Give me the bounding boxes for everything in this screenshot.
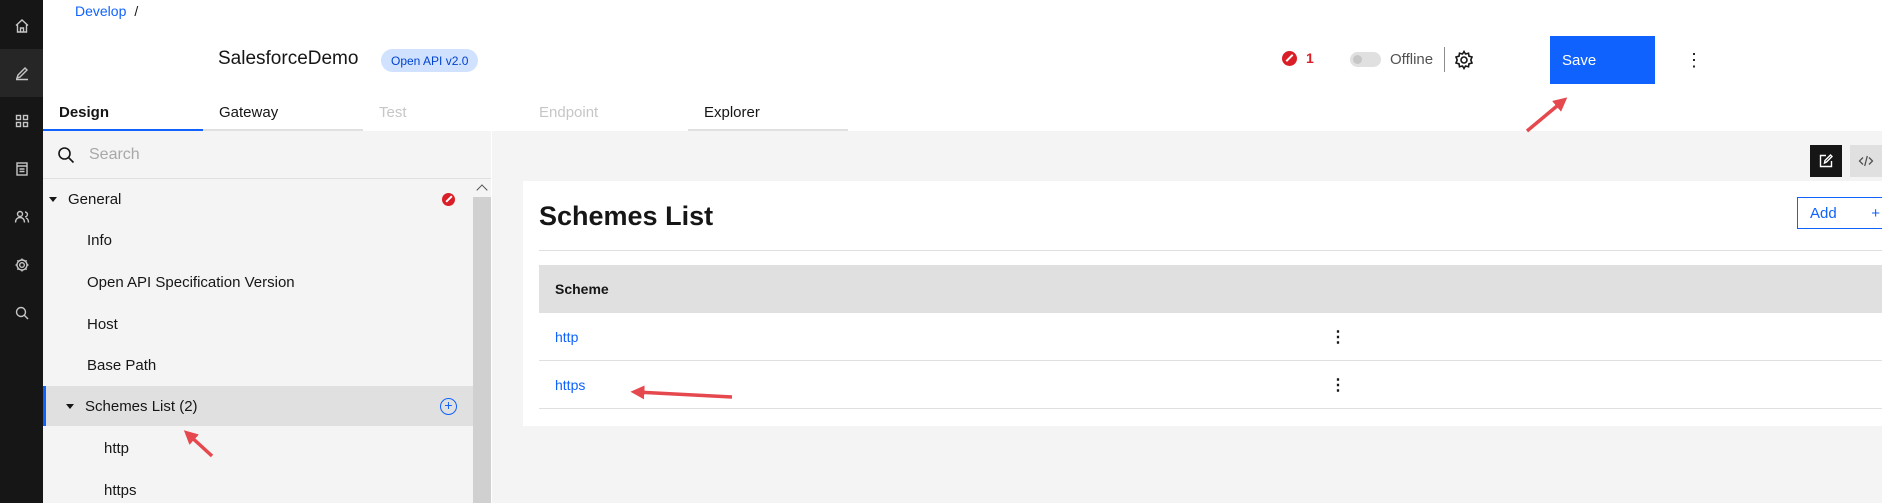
tree-item-label: Schemes List (2) bbox=[85, 397, 198, 415]
chevron-down-icon bbox=[49, 196, 57, 202]
overflow-menu-icon[interactable]: ⋮ bbox=[1684, 50, 1704, 70]
breadcrumb-separator: / bbox=[134, 3, 139, 19]
tree-item-info[interactable]: Info bbox=[43, 220, 473, 260]
home-icon bbox=[15, 19, 28, 33]
tree-item-base-path[interactable]: Base Path bbox=[43, 345, 473, 385]
table-header-scheme: Scheme bbox=[539, 265, 1882, 313]
search-icon bbox=[58, 147, 75, 164]
api-title: SalesforceDemo bbox=[218, 48, 359, 69]
tree-item-https[interactable]: https bbox=[43, 470, 473, 503]
search-icon bbox=[15, 306, 28, 320]
develop-nav-button[interactable] bbox=[0, 49, 43, 97]
offline-toggle-label: Offline bbox=[1390, 51, 1434, 68]
tab-gateway[interactable]: Gateway bbox=[203, 100, 363, 131]
search-bar bbox=[43, 131, 491, 179]
tab-test: Test bbox=[363, 100, 523, 131]
search-nav-button[interactable] bbox=[0, 289, 43, 337]
add-button-label: Add bbox=[1810, 204, 1837, 222]
api-version-tag: Open API v2.0 bbox=[381, 49, 479, 72]
tree-item-label: General bbox=[68, 190, 122, 208]
row-overflow-menu-icon[interactable]: ⋮ bbox=[1328, 327, 1348, 347]
tree-scrollbar[interactable] bbox=[473, 179, 491, 503]
tab-design[interactable]: Design bbox=[43, 100, 203, 131]
apps-nav-button[interactable] bbox=[0, 97, 43, 145]
validation-errors-indicator[interactable]: 1 bbox=[1282, 50, 1314, 66]
form-edit-icon bbox=[1819, 154, 1833, 168]
offline-toggle[interactable] bbox=[1350, 52, 1381, 67]
tree-item-general[interactable]: General bbox=[43, 179, 473, 219]
tab-explorer[interactable]: Explorer bbox=[688, 100, 848, 131]
row-overflow-menu-icon[interactable]: ⋮ bbox=[1328, 375, 1348, 395]
error-icon bbox=[442, 192, 455, 206]
divider bbox=[539, 250, 1882, 251]
search-input[interactable] bbox=[89, 141, 469, 169]
left-nav-rail bbox=[0, 0, 43, 503]
settings-button[interactable] bbox=[1453, 49, 1475, 71]
chevron-down-icon bbox=[66, 403, 74, 409]
users-icon bbox=[14, 210, 29, 223]
design-tree: General Info Open API Specification Vers… bbox=[43, 179, 473, 503]
breadcrumb: Develop / bbox=[75, 3, 138, 19]
tree-item-host[interactable]: Host bbox=[43, 304, 473, 344]
main-content: Schemes List Add + Scheme http ⋮ https ⋮ bbox=[492, 131, 1882, 503]
page-title: Schemes List bbox=[539, 201, 714, 231]
gear-icon bbox=[1454, 49, 1474, 71]
scroll-up-icon[interactable] bbox=[473, 179, 491, 197]
tab-endpoint: Endpoint bbox=[523, 100, 683, 131]
schemes-list-card: Schemes List Add + Scheme http ⋮ https ⋮ bbox=[523, 181, 1882, 426]
save-button[interactable]: Save bbox=[1550, 36, 1655, 84]
error-count: 1 bbox=[1306, 50, 1314, 66]
header-divider bbox=[1444, 47, 1445, 72]
table-row: http ⋮ bbox=[539, 313, 1882, 361]
editor-tabs: Design Gateway Test Endpoint Explorer bbox=[43, 100, 848, 131]
error-icon bbox=[1282, 50, 1297, 66]
users-nav-button[interactable] bbox=[0, 193, 43, 241]
scheme-link[interactable]: https bbox=[555, 377, 585, 393]
apps-grid-icon bbox=[15, 114, 28, 128]
catalog-nav-button[interactable] bbox=[0, 145, 43, 193]
design-side-panel: General Info Open API Specification Vers… bbox=[43, 131, 491, 503]
add-button[interactable]: Add + bbox=[1797, 197, 1882, 229]
edit-icon bbox=[15, 67, 28, 81]
scheme-link[interactable]: http bbox=[555, 329, 578, 345]
tree-item-http[interactable]: http bbox=[43, 428, 473, 468]
settings-icon bbox=[15, 258, 28, 272]
add-scheme-icon[interactable]: + bbox=[440, 397, 457, 415]
catalog-icon bbox=[15, 162, 28, 176]
plus-icon: + bbox=[1871, 204, 1880, 222]
breadcrumb-develop-link[interactable]: Develop bbox=[75, 3, 126, 19]
form-view-button[interactable] bbox=[1810, 145, 1842, 177]
annotation-arrow bbox=[1525, 97, 1568, 133]
tree-item-schemes-list[interactable]: Schemes List (2) + bbox=[43, 386, 473, 426]
tree-item-openapi-version[interactable]: Open API Specification Version bbox=[43, 262, 473, 302]
source-view-button[interactable] bbox=[1850, 145, 1882, 177]
code-source-icon bbox=[1858, 155, 1874, 167]
table-row: https ⋮ bbox=[539, 361, 1882, 409]
home-nav-button[interactable] bbox=[0, 2, 43, 50]
settings-nav-button[interactable] bbox=[0, 241, 43, 289]
